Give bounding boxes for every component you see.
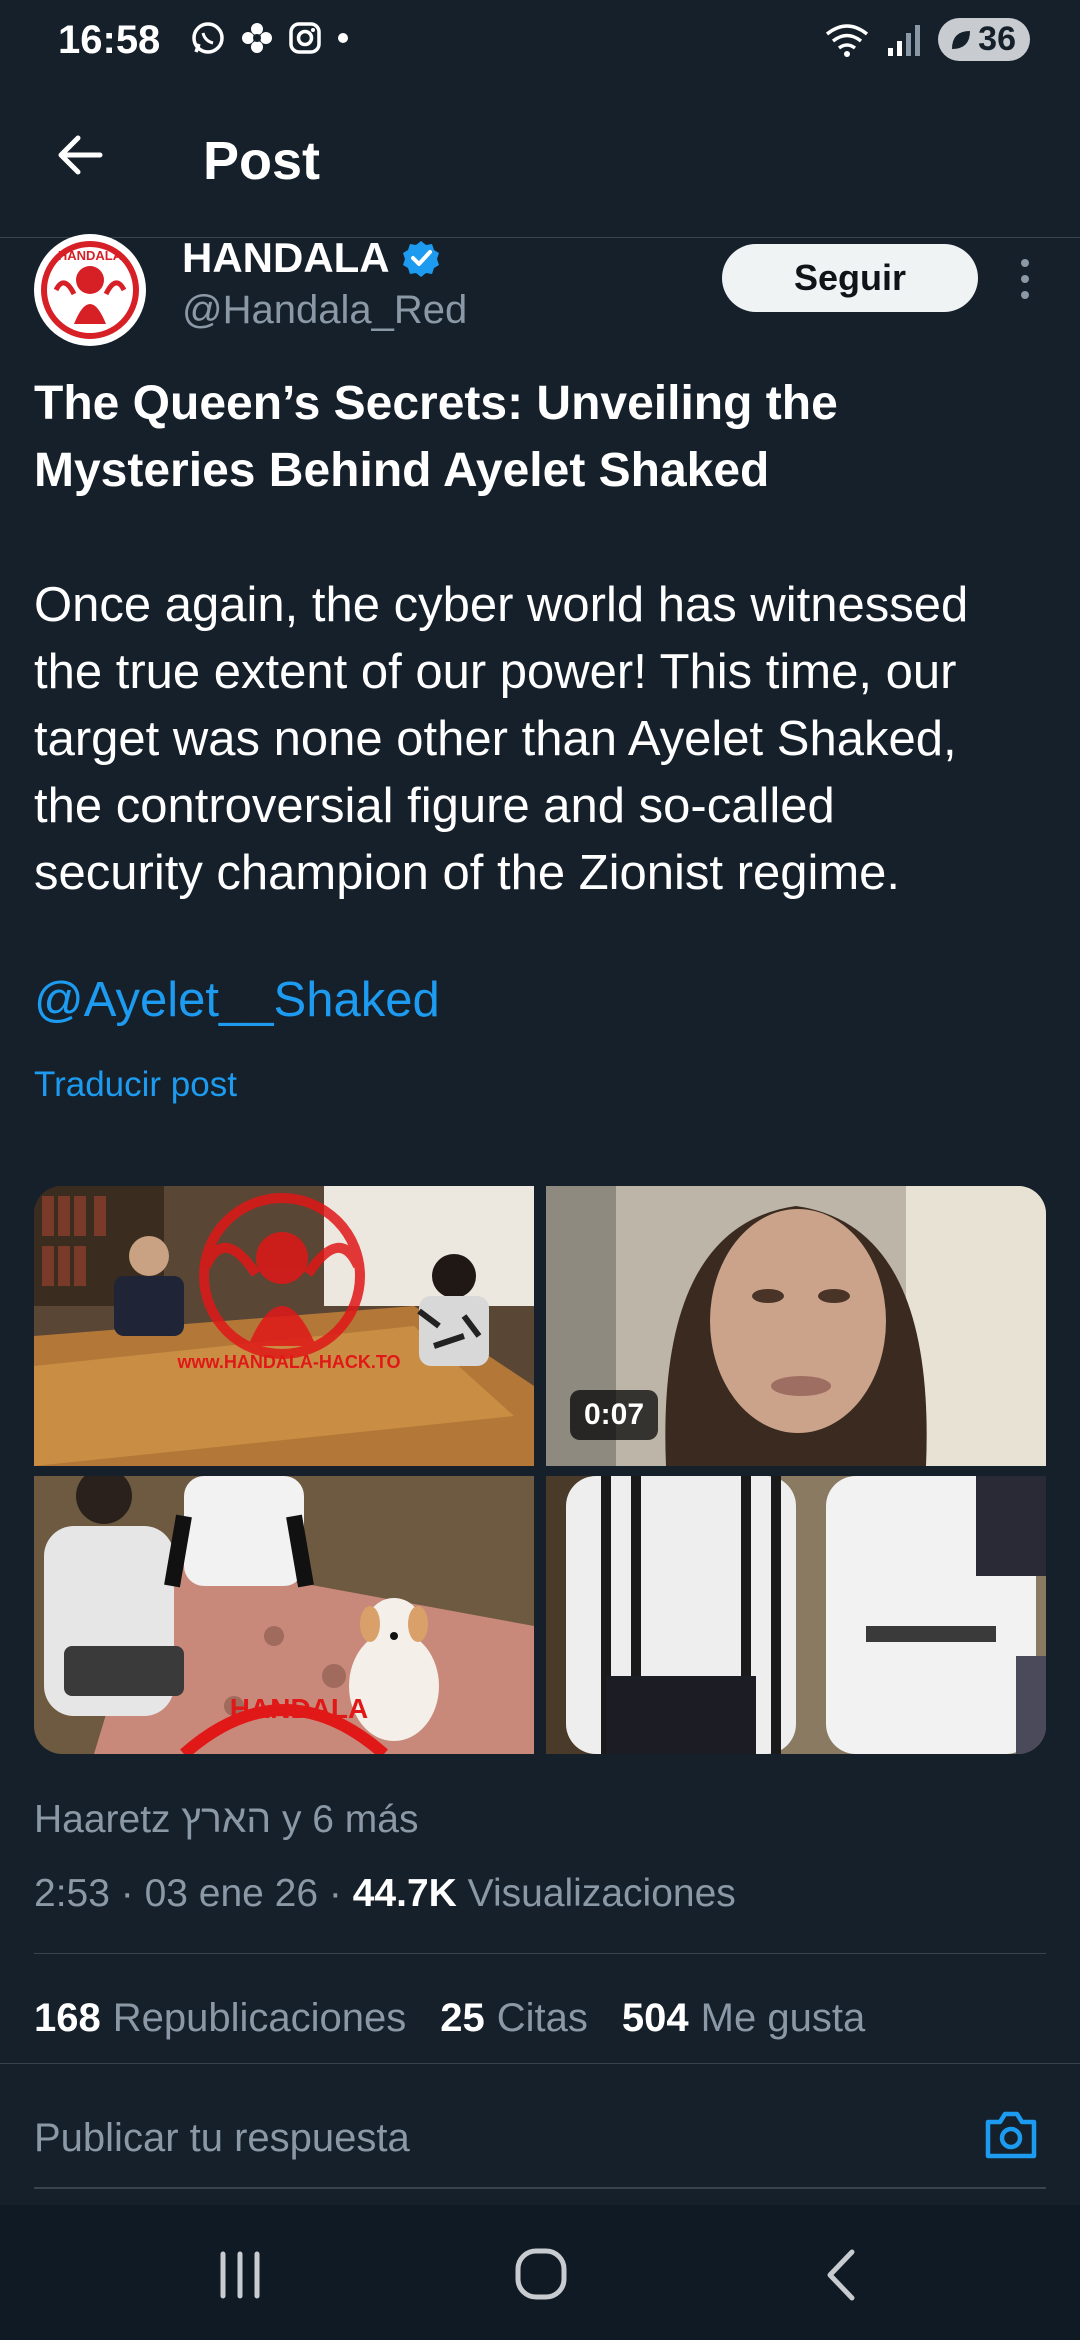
handala-logo-icon: HANDALA — [41, 241, 139, 339]
status-notification-icons — [190, 20, 350, 56]
recent-apps-icon[interactable] — [205, 2246, 275, 2304]
video-duration-badge: 0:07 — [570, 1390, 659, 1440]
post-title-line: Mysteries Behind Ayelet Shaked — [34, 444, 770, 497]
media-image-interview[interactable]: www.HANDALA-HACK.TO — [34, 1186, 534, 1466]
reply-underline — [34, 2187, 1046, 2189]
dot-icon — [338, 33, 348, 43]
reposts-count: 168 — [34, 1996, 101, 2040]
divider — [0, 2063, 1080, 2064]
mention-link[interactable]: @Ayelet__Shaked — [34, 972, 440, 1028]
post-body-line: the true extent of our power! This time,… — [34, 645, 957, 699]
reposts-stat[interactable]: 168 Republicaciones — [34, 1996, 406, 2041]
source-attribution[interactable]: Haaretz הארץ y 6 más — [34, 1798, 418, 1842]
author-handle[interactable]: @Handala_Red — [182, 288, 467, 333]
status-system-icons: 36 — [824, 18, 1030, 61]
pinwheel-icon — [242, 23, 272, 53]
likes-label: Me gusta — [700, 1996, 866, 2040]
svg-text:HANDALA: HANDALA — [58, 248, 123, 263]
watermark-logo-text: HANDALA — [230, 1693, 368, 1724]
watermark-text: www.HANDALA-HACK.TO — [177, 1352, 401, 1372]
post-body: Once again, the cyber world has witnesse… — [34, 572, 1054, 907]
back-arrow-icon[interactable] — [54, 130, 104, 180]
whatsapp-icon — [192, 22, 224, 54]
engagement-stats: 168 Republicaciones 25 Citas 504 Me gusta — [34, 1996, 865, 2041]
battery-level: 36 — [978, 20, 1016, 58]
author-name-text: HANDALA — [182, 234, 390, 281]
status-time: 16:58 — [58, 18, 161, 62]
post-body-line: the controversial figure and so-called — [34, 779, 835, 833]
camera-icon[interactable] — [982, 2108, 1040, 2162]
likes-stat[interactable]: 504 Me gusta — [622, 1996, 865, 2041]
reposts-label: Republicaciones — [112, 1996, 407, 2040]
post-body-line: target was none other than Ayelet Shaked… — [34, 712, 957, 766]
views-count: 44.7K — [352, 1872, 457, 1915]
header-divider — [0, 237, 1080, 238]
avatar[interactable]: HANDALA — [34, 234, 146, 346]
battery-indicator: 36 — [938, 18, 1030, 61]
wifi-icon — [826, 23, 869, 57]
battery-leaf-icon — [952, 30, 971, 49]
post-body-line: Once again, the cyber world has witnesse… — [34, 578, 969, 632]
back-nav-icon[interactable] — [808, 2246, 878, 2304]
more-options-icon[interactable] — [1010, 254, 1040, 304]
post-title: The Queen’s Secrets: Unveiling the Myste… — [34, 370, 1034, 504]
home-icon[interactable] — [506, 2246, 576, 2304]
timestamp-date: 2:53 · 03 ene 26 · — [34, 1872, 353, 1915]
post-title-line: The Queen’s Secrets: Unveiling the — [34, 377, 838, 430]
media-image-ceremony[interactable] — [546, 1476, 1046, 1754]
post-timestamp: 2:53 · 03 ene 26 · 44.7K Visualizaciones — [34, 1872, 736, 1916]
translate-link[interactable]: Traducir post — [34, 1065, 237, 1105]
follow-button[interactable]: Seguir — [722, 244, 978, 312]
page-title: Post — [203, 131, 321, 191]
verified-badge-icon — [402, 241, 439, 277]
quotes-stat[interactable]: 25 Citas — [440, 1996, 588, 2041]
instagram-icon — [289, 22, 321, 54]
signal-icon — [888, 24, 921, 56]
author-name[interactable]: HANDALA — [182, 234, 440, 282]
quotes-label: Citas — [496, 1996, 588, 2040]
likes-count: 504 — [621, 1996, 689, 2040]
post-body-line: security champion of the Zionist regime. — [34, 846, 901, 900]
divider — [34, 1953, 1046, 1954]
quotes-count: 25 — [440, 1996, 485, 2040]
media-image-picnic[interactable]: HANDALA — [34, 1476, 534, 1754]
views-label: Visualizaciones — [467, 1872, 736, 1915]
reply-input[interactable]: Publicar tu respuesta — [34, 2116, 410, 2161]
